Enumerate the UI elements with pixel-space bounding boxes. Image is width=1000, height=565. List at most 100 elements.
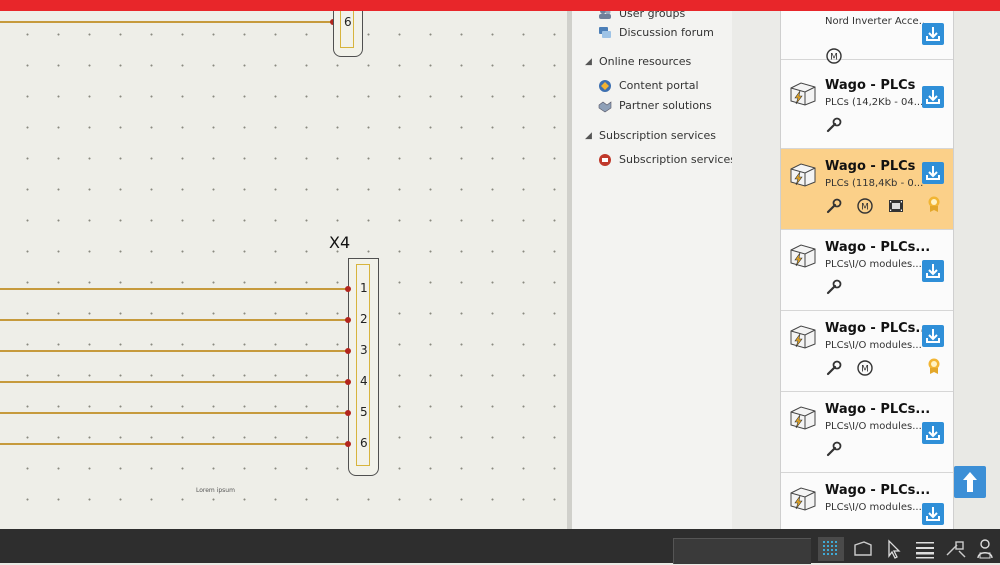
panel-gap — [732, 11, 780, 529]
wire[interactable] — [0, 412, 349, 414]
grid-toggle-button[interactable] — [818, 537, 844, 561]
arrow-up-icon — [963, 472, 977, 492]
user-account-button[interactable] — [972, 537, 998, 561]
card-subtitle: PLCs\I/O modules... — [825, 421, 922, 432]
line-weight-button[interactable] — [912, 537, 938, 561]
card-title: Wago - PLCs... — [825, 240, 931, 255]
wire[interactable] — [0, 443, 349, 445]
partner-icon — [598, 101, 612, 113]
tree-item-discussion-forum[interactable]: Discussion forum — [619, 26, 714, 39]
wire[interactable] — [0, 288, 349, 290]
svg-text:M: M — [830, 53, 838, 63]
subscription-icon — [599, 154, 611, 166]
tree-item-subscription-services[interactable]: Subscription services — [619, 153, 736, 166]
snap-icon — [946, 541, 966, 558]
wrench-icon — [826, 279, 842, 295]
wire[interactable] — [0, 350, 349, 352]
pin-number: 6 — [360, 436, 368, 450]
tree-header-online-resources[interactable]: Online resources — [599, 55, 691, 68]
plc-component-icon — [790, 406, 816, 430]
plc-component-icon — [790, 487, 816, 511]
wrench-icon — [826, 198, 842, 214]
tree-item-content-portal[interactable]: Content portal — [619, 79, 699, 92]
card-title: Wago - PLCs — [825, 159, 916, 174]
pin-number: 1 — [360, 281, 368, 295]
list-item[interactable]: Nord Inverter Acce... M — [781, 11, 954, 64]
pin-number: 3 — [360, 343, 368, 357]
plc-component-icon — [790, 244, 816, 268]
status-field — [673, 538, 811, 564]
pin-number: 2 — [360, 312, 368, 326]
scroll-to-top-button[interactable] — [954, 466, 986, 498]
download-button[interactable] — [922, 162, 944, 184]
expand-triangle-icon[interactable]: ◢ — [585, 131, 592, 141]
plc-component-icon — [790, 163, 816, 187]
connection-point[interactable] — [345, 379, 351, 385]
film-icon — [889, 200, 903, 212]
list-item-selected[interactable]: Wago - PLCs PLCs (118,4Kb - 0... M — [781, 149, 954, 230]
macro-icon: M — [857, 360, 873, 376]
download-button[interactable] — [922, 260, 944, 282]
grid-icon — [823, 541, 837, 555]
cursor-mode-button[interactable] — [880, 537, 906, 561]
expand-triangle-icon[interactable]: ◢ — [585, 57, 592, 67]
download-button[interactable] — [922, 23, 944, 45]
download-icon — [926, 90, 940, 104]
award-icon — [928, 358, 940, 374]
wire[interactable] — [0, 381, 349, 383]
tree-header-subscription-services[interactable]: Subscription services — [599, 129, 716, 142]
download-icon — [926, 166, 940, 180]
card-subtitle: PLCs\I/O modules... — [825, 502, 922, 513]
pin-number: 5 — [360, 405, 368, 419]
card-subtitle: PLCs (14,2Kb - 04... — [825, 97, 924, 108]
card-subtitle: PLCs\I/O modules... — [825, 340, 922, 351]
schematic-canvas[interactable]: 6 X4 1 2 3 4 5 6 Lorem ipsum — [0, 11, 567, 529]
svg-text:M: M — [861, 365, 869, 375]
download-button[interactable] — [922, 325, 944, 347]
wire[interactable] — [0, 319, 349, 321]
card-subtitle: PLCs\I/O modules... — [825, 259, 922, 270]
connection-point[interactable] — [345, 348, 351, 354]
card-title: Wago - PLCs... — [825, 402, 931, 417]
list-item[interactable]: Wago - PLCs... PLCs\I/O modules... M — [781, 311, 954, 392]
download-icon — [926, 329, 940, 343]
top-accent-bar — [0, 0, 1000, 11]
macro-icon: M — [857, 198, 873, 214]
list-item[interactable]: Wago - PLCs... PLCs\I/O modules... — [781, 230, 954, 311]
macro-icon: M — [826, 48, 842, 64]
connection-point[interactable] — [345, 441, 351, 447]
content-portal-icon — [599, 80, 611, 92]
list-item[interactable]: Wago - PLCs... PLCs\I/O modules... — [781, 473, 954, 529]
download-icon — [926, 426, 940, 440]
list-item[interactable]: Wago - PLCs... PLCs\I/O modules... — [781, 392, 954, 473]
connection-point[interactable] — [345, 286, 351, 292]
plc-component-icon — [790, 325, 816, 349]
download-button[interactable] — [922, 86, 944, 108]
pin-number: 6 — [344, 15, 352, 29]
card-title: Wago - PLCs — [825, 78, 916, 93]
ortho-mode-button[interactable] — [850, 537, 876, 561]
download-icon — [926, 27, 940, 41]
wire[interactable] — [0, 21, 333, 23]
terminal-block-top[interactable]: 6 — [333, 11, 363, 57]
tree-item-partner-solutions[interactable]: Partner solutions — [619, 99, 712, 112]
pin-number: 4 — [360, 374, 368, 388]
sheet-footer-text: Lorem ipsum — [196, 487, 235, 494]
connection-point[interactable] — [345, 317, 351, 323]
ortho-icon — [854, 541, 872, 556]
download-button[interactable] — [922, 503, 944, 525]
list-scroll-area[interactable] — [953, 11, 1000, 529]
list-item[interactable]: Wago - PLCs PLCs (14,2Kb - 04... — [781, 68, 954, 149]
resources-tree-panel: User groups Discussion forum ◢ Online re… — [572, 7, 736, 529]
terminal-title: X4 — [329, 233, 351, 252]
snap-object-button[interactable] — [943, 537, 969, 561]
user-icon — [977, 539, 993, 559]
download-button[interactable] — [922, 422, 944, 444]
download-icon — [926, 264, 940, 278]
plc-component-icon — [790, 82, 816, 106]
cursor-icon — [888, 539, 901, 559]
connection-point[interactable] — [345, 410, 351, 416]
download-icon — [926, 507, 940, 521]
wrench-icon — [826, 360, 842, 376]
svg-text:M: M — [861, 203, 869, 213]
